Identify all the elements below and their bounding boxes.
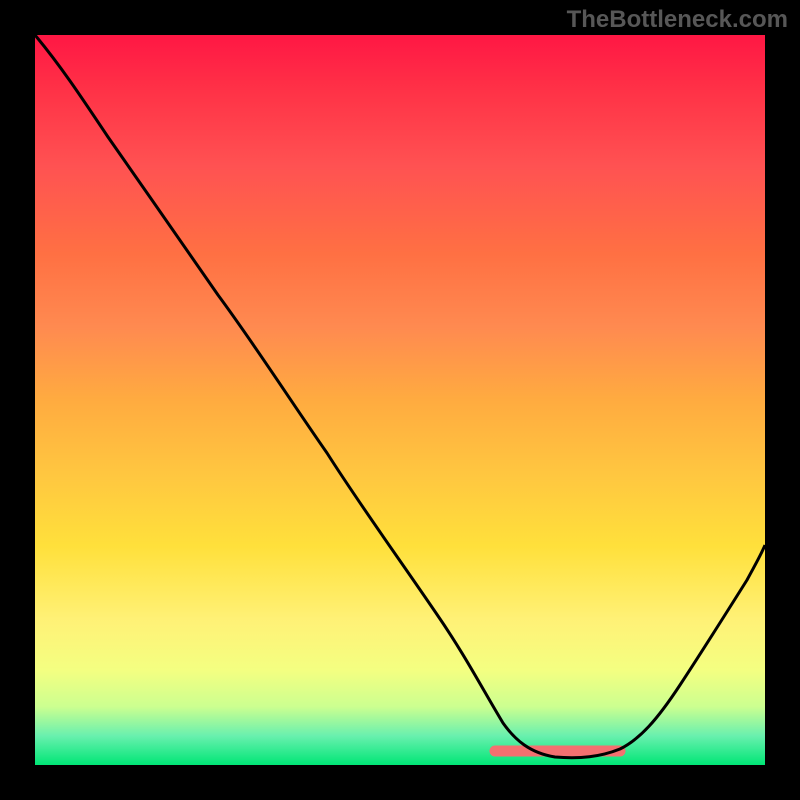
watermark-text: TheBottleneck.com: [567, 6, 788, 34]
chart-svg: [35, 35, 765, 765]
chart-plot-area: [35, 35, 765, 765]
bottleneck-curve-line: [35, 35, 765, 758]
